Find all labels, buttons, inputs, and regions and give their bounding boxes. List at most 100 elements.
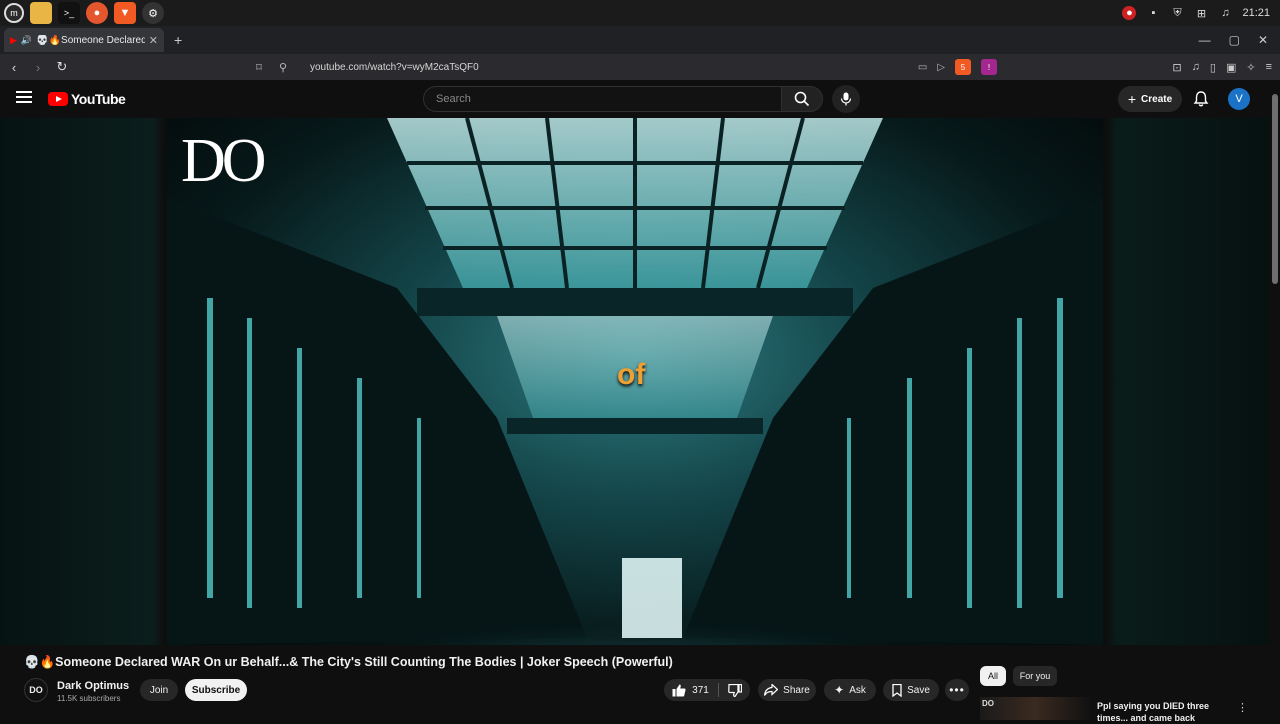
url-text[interactable]: youtube.com/watch?v=wyM2caTsQF0 <box>310 62 479 73</box>
reload-icon[interactable]: ↻ <box>52 59 72 75</box>
more-horizontal-icon: ••• <box>949 683 965 697</box>
voice-search-button[interactable] <box>832 85 860 113</box>
search-input[interactable]: Search <box>423 86 781 112</box>
account-avatar[interactable]: V <box>1228 88 1250 110</box>
avatar-letter: V <box>1235 93 1243 105</box>
video-title: 💀🔥Someone Declared WAR On ur Behalf...& … <box>24 655 673 669</box>
settings-app-icon[interactable]: ⚙ <box>142 2 164 24</box>
ask-button[interactable]: ✦ Ask <box>824 679 876 701</box>
search-icon <box>794 91 810 107</box>
leo-icon[interactable]: ✧ <box>1246 61 1255 74</box>
more-vertical-icon[interactable]: ⋮ <box>1237 701 1248 714</box>
tab-youtube[interactable]: ▶ 🔊 💀🔥Someone Declared W ✕ <box>4 28 164 52</box>
back-icon[interactable]: ‹ <box>4 60 24 75</box>
subscriber-count: 11.5K subscribers <box>57 694 121 703</box>
filter-chip-all[interactable]: All <box>980 666 1006 686</box>
like-divider <box>717 683 719 697</box>
address-bar[interactable]: ⌑ ⚲ youtube.com/watch?v=wyM2caTsQF0 ▭ ▷ … <box>250 56 1005 78</box>
save-button[interactable]: Save <box>883 679 939 701</box>
bookmark-save-icon <box>892 683 902 697</box>
media-icon[interactable]: ♫ <box>1192 61 1200 73</box>
share-button[interactable]: Share <box>758 679 816 701</box>
join-button[interactable]: Join <box>140 679 178 701</box>
scrollbar-thumb[interactable] <box>1272 94 1278 284</box>
minimize-icon[interactable]: — <box>1199 33 1211 47</box>
cast-icon[interactable]: ▭ <box>918 62 927 73</box>
subscribe-button[interactable]: Subscribe <box>185 679 247 701</box>
hamburger-menu-icon[interactable] <box>16 91 32 103</box>
speaker-icon[interactable]: 🔊 <box>21 35 32 46</box>
share-page-icon[interactable]: ▷ <box>937 62 945 73</box>
channel-avatar[interactable]: DO <box>24 678 48 702</box>
filter-for-you-label: For you <box>1019 671 1051 681</box>
youtube-header: YouTube Search + Create V <box>0 80 1280 118</box>
filter-chip-for-you[interactable]: For you <box>1013 666 1057 686</box>
channel-name[interactable]: Dark Optimus <box>57 680 129 692</box>
os-taskbar: m >_ ● ▼ ⚙ ● ▪ ⛨ ⊞ ♫ 21:21 <box>0 0 1280 26</box>
recommended-thumb-logo: DO <box>982 699 994 708</box>
share-label: Share <box>783 684 810 696</box>
clock[interactable]: 21:21 <box>1242 7 1270 19</box>
browser-tab-bar: ▶ 🔊 💀🔥Someone Declared W ✕ + — ▢ ✕ <box>0 26 1280 54</box>
watermark-text: DO <box>181 127 267 195</box>
music-icon[interactable]: ♫ <box>1218 6 1232 20</box>
subscribe-label: Subscribe <box>191 684 241 696</box>
video-metadata: 💀🔥Someone Declared WAR On ur Behalf...& … <box>0 645 1270 723</box>
search-button[interactable] <box>781 86 823 112</box>
sidebar-icon[interactable]: ▯ <box>1210 61 1216 74</box>
site-info-icon[interactable]: ⚲ <box>274 61 292 74</box>
youtube-logo[interactable]: YouTube <box>48 91 126 107</box>
like-button[interactable]: 371 <box>672 684 709 697</box>
folder-icon[interactable] <box>30 2 52 24</box>
bookmark-icon[interactable]: ⌑ <box>250 61 268 74</box>
new-tab-icon[interactable]: + <box>174 32 182 48</box>
microphone-icon <box>840 92 852 106</box>
join-label: Join <box>149 684 169 696</box>
like-dislike-group: 371 <box>664 679 750 701</box>
youtube-logo-text: YouTube <box>71 91 126 107</box>
create-label: Create <box>1141 93 1173 105</box>
forward-icon[interactable]: › <box>28 60 48 75</box>
like-count: 371 <box>692 684 709 696</box>
rewards-icon[interactable]: ! <box>981 59 997 75</box>
channel-watermark-logo: DO <box>181 127 267 195</box>
wallet-icon[interactable]: ▣ <box>1226 61 1236 74</box>
menu-icon[interactable]: ≡ <box>1266 61 1272 73</box>
filter-all-label: All <box>987 671 998 681</box>
notifications-bell-icon[interactable] <box>1192 90 1210 108</box>
recommended-video-thumbnail[interactable]: DO <box>980 697 1090 720</box>
rewards-alert: ! <box>987 62 991 72</box>
brave-icon[interactable]: ▼ <box>114 2 136 24</box>
video-caption: of <box>617 358 646 391</box>
sparkle-icon: ✦ <box>834 683 845 697</box>
screenshot-icon[interactable]: ⊡ <box>1172 61 1181 74</box>
share-icon <box>764 684 779 696</box>
tab-title: 💀🔥Someone Declared W <box>36 34 145 46</box>
close-tab-icon[interactable]: ✕ <box>149 34 158 47</box>
page-scrollbar[interactable] <box>1270 90 1280 720</box>
plus-icon: + <box>1127 91 1137 107</box>
browser-toolbar: ‹ › ↻ ⌑ ⚲ youtube.com/watch?v=wyM2caTsQF… <box>0 54 1280 80</box>
thumbs-down-icon[interactable] <box>727 683 742 697</box>
save-label: Save <box>907 684 930 696</box>
brave-shields-icon[interactable]: 5 <box>955 59 971 75</box>
recommended-video-title[interactable]: Ppl saying you DIED three times... and c… <box>1097 700 1227 724</box>
record-icon[interactable]: ● <box>1122 6 1137 20</box>
shield-icon[interactable]: ⛨ <box>1170 6 1184 20</box>
terminal-icon[interactable]: >_ <box>58 2 80 24</box>
more-actions-button[interactable]: ••• <box>945 679 969 701</box>
channel-avatar-text: DO <box>29 685 43 695</box>
create-button[interactable]: + Create <box>1118 86 1182 112</box>
youtube-favicon-icon: ▶ <box>10 34 17 45</box>
maximize-icon[interactable]: ▢ <box>1229 33 1240 47</box>
video-player[interactable]: DO of <box>167 118 1103 645</box>
close-window-icon[interactable]: ✕ <box>1258 33 1268 47</box>
thumbs-up-icon <box>672 684 686 696</box>
shield-count: 5 <box>960 62 966 72</box>
tray-dot-icon[interactable]: ▪ <box>1146 6 1160 20</box>
network-icon[interactable]: ⊞ <box>1194 6 1208 20</box>
mint-menu-icon[interactable]: m <box>4 3 24 23</box>
youtube-play-icon <box>48 92 68 106</box>
firefox-icon[interactable]: ● <box>86 2 108 24</box>
search-placeholder: Search <box>436 93 471 105</box>
